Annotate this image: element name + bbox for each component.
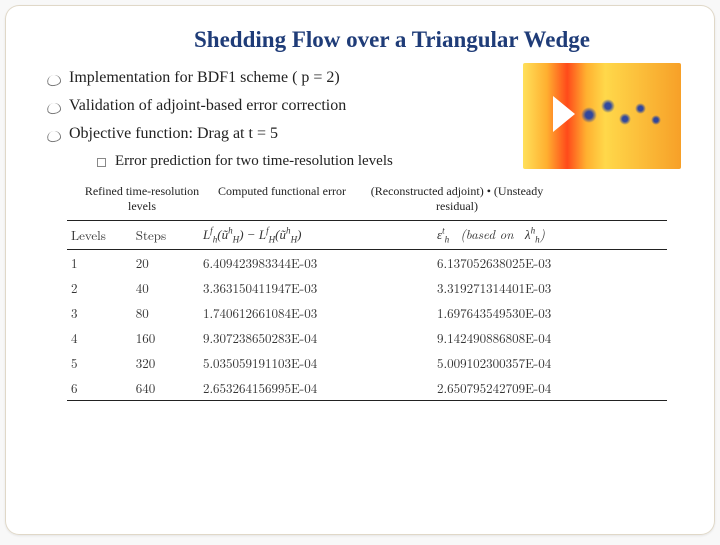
- col-anno-2: Computed functional error: [207, 184, 357, 214]
- table-row: 66402.653264156995E-042.650795242709E-04: [67, 375, 667, 401]
- vortex-icon: [651, 115, 661, 125]
- table-cell: 3.363150411947E-03: [199, 275, 433, 300]
- table-cell: 4: [67, 325, 132, 350]
- sub-bullet-text: Error prediction for two time-resolution…: [115, 153, 393, 169]
- slide-card: Shedding Flow over a Triangular Wedge Im…: [5, 5, 715, 535]
- table-cell: 5: [67, 350, 132, 375]
- bullet-item: Implementation for BDF1 scheme ( p = 2): [47, 69, 687, 87]
- slide-title: Shedding Flow over a Triangular Wedge: [97, 27, 687, 53]
- bullet-item: Validation of adjoint-based error correc…: [47, 97, 687, 115]
- table-cell: 9.307238650283E-04: [199, 325, 433, 350]
- bullet-text: Implementation for BDF1 scheme ( p = 2): [69, 69, 340, 86]
- table-cell: 1.740612661084E-03: [199, 300, 433, 325]
- table-cell: 9.142490886808E-04: [433, 325, 667, 350]
- table-cell: 40: [132, 275, 199, 300]
- table-cell: 6: [67, 375, 132, 401]
- col-anno-3: (Reconstructed adjoint) • (Unsteady resi…: [357, 184, 557, 214]
- error-table: Levels Steps Lfh(ũhH) − LfH(ũhH) εth (ba…: [67, 220, 667, 401]
- table-row: 2403.363150411947E-033.319271314401E-03: [67, 275, 667, 300]
- th-functional-error: Lfh(ũhH) − LfH(ũhH): [199, 221, 433, 250]
- bullet-text: Validation of adjoint-based error correc…: [69, 97, 346, 114]
- table-cell: 5.009102300357E-04: [433, 350, 667, 375]
- table-cell: 2.650795242709E-04: [433, 375, 667, 401]
- table-cell: 320: [132, 350, 199, 375]
- bullet-item: Objective function: Drag at t = 5 Error …: [47, 125, 687, 170]
- table-cell: 3.319271314401E-03: [433, 275, 667, 300]
- sub-bullet-item: Error prediction for two time-resolution…: [97, 153, 687, 170]
- bullet-text: Objective function: Drag at t = 5: [69, 125, 278, 142]
- table-row: 53205.035059191103E-045.009102300357E-04: [67, 350, 667, 375]
- table-cell: 160: [132, 325, 199, 350]
- column-annotations: Refined time-resolution levels Computed …: [77, 184, 657, 214]
- table-cell: 1.697643549530E-03: [433, 300, 667, 325]
- th-epsilon: εth (based on λhh): [433, 221, 667, 250]
- table-cell: 1: [67, 249, 132, 275]
- error-table-wrap: Levels Steps Lfh(ũhH) − LfH(ũhH) εth (ba…: [67, 220, 667, 401]
- th-levels: Levels: [67, 221, 132, 250]
- content-area: Implementation for BDF1 scheme ( p = 2) …: [47, 69, 687, 401]
- table-cell: 5.035059191103E-04: [199, 350, 433, 375]
- table-cell: 640: [132, 375, 199, 401]
- table-row: 1206.409423983344E-036.137052638025E-03: [67, 249, 667, 275]
- table-cell: 6.409423983344E-03: [199, 249, 433, 275]
- table-cell: 2: [67, 275, 132, 300]
- table-row: 3801.740612661084E-031.697643549530E-03: [67, 300, 667, 325]
- table-row: 41609.307238650283E-049.142490886808E-04: [67, 325, 667, 350]
- col-anno-1: Refined time-resolution levels: [77, 184, 207, 214]
- table-cell: 80: [132, 300, 199, 325]
- th-steps: Steps: [132, 221, 199, 250]
- table-cell: 3: [67, 300, 132, 325]
- table-cell: 20: [132, 249, 199, 275]
- table-cell: 2.653264156995E-04: [199, 375, 433, 401]
- table-cell: 6.137052638025E-03: [433, 249, 667, 275]
